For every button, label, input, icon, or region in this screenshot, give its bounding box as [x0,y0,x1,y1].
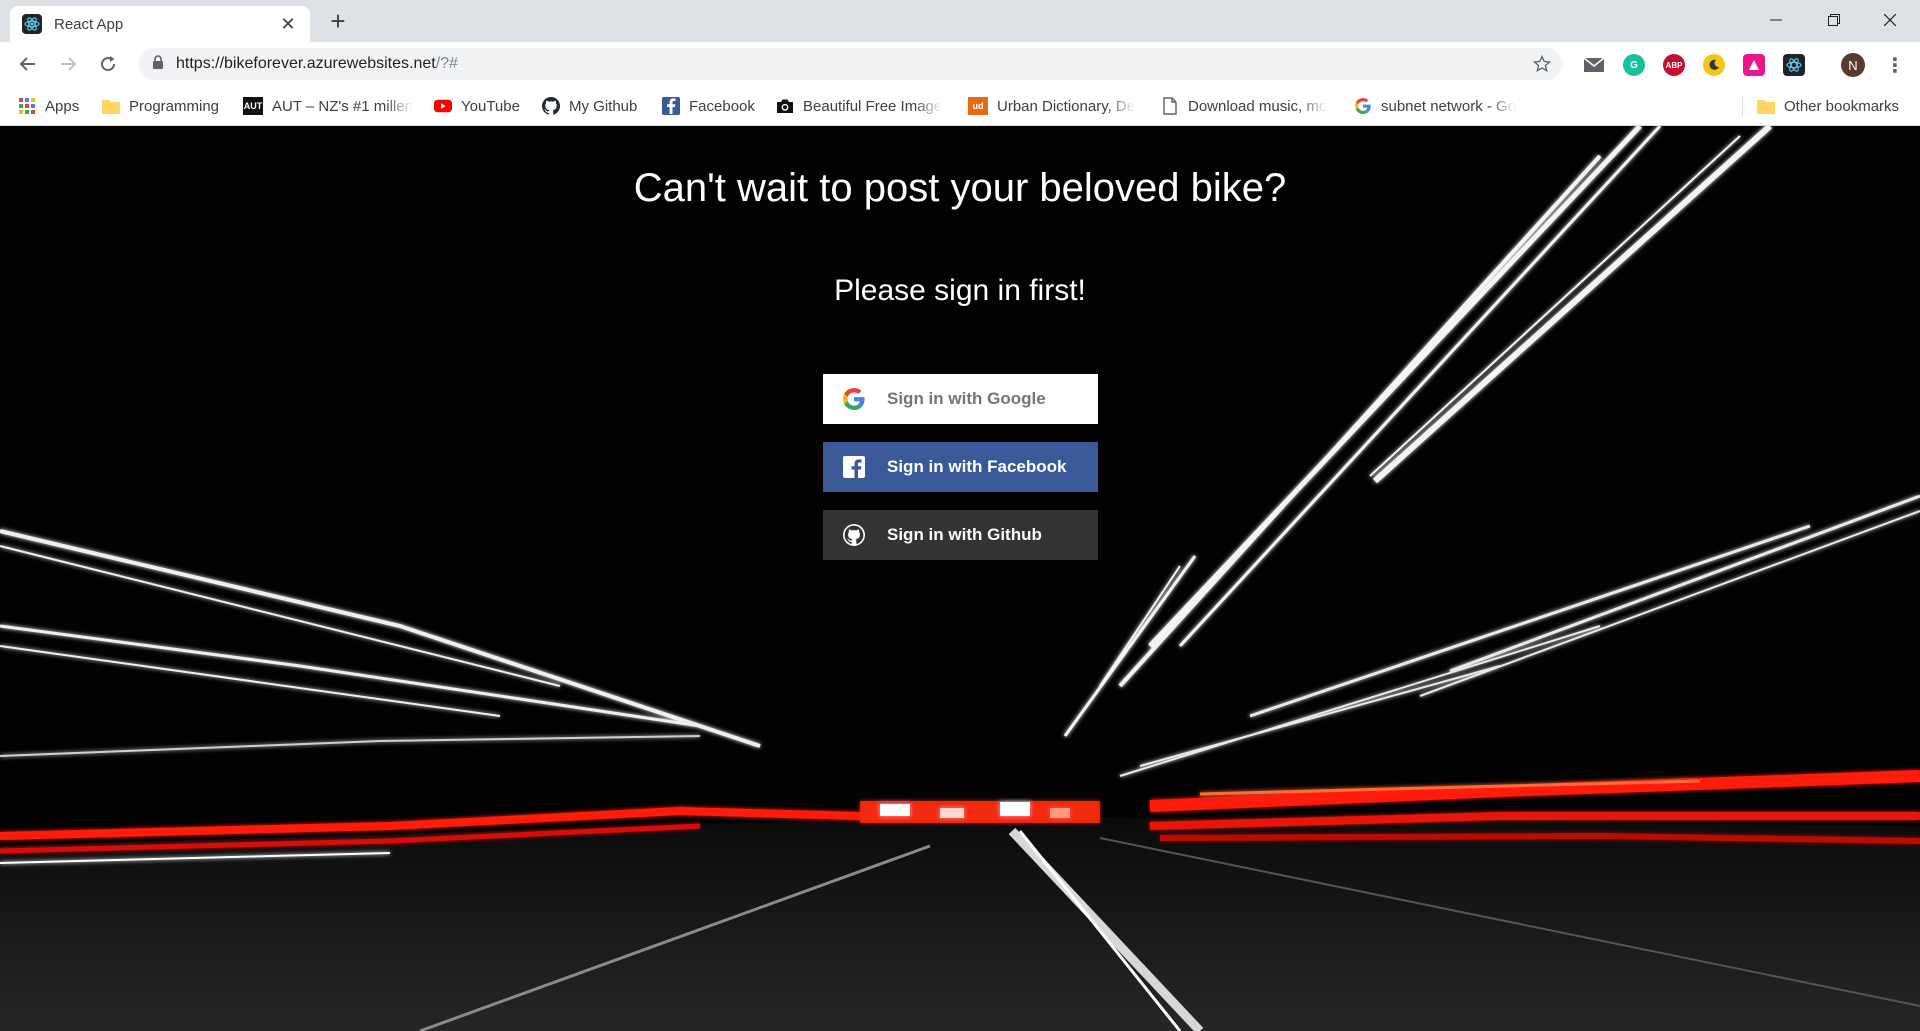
github-icon [841,522,867,548]
youtube-icon [434,97,452,115]
sign-in-google-button[interactable]: Sign in with Google [823,374,1098,424]
bookmark-download-music[interactable]: Download music, mo [1161,94,1333,118]
star-icon[interactable] [1522,55,1562,73]
extension-icon[interactable] [1743,54,1765,76]
bookmark-label: YouTube [461,97,520,115]
forward-button[interactable] [54,50,82,78]
page-title: Can't wait to post your beloved bike? [633,166,1287,210]
sign-in-google-label: Sign in with Google [887,389,1046,408]
bookmark-label: Beautiful Free Image [803,97,943,115]
bookmarks-divider [1742,96,1743,116]
close-window-button[interactable] [1867,6,1913,34]
moon-icon[interactable] [1703,54,1725,76]
grammarly-icon[interactable]: G [1623,54,1645,76]
address-bar[interactable]: https://bikeforever.azurewebsites.net/?# [138,48,1562,80]
bookmark-label: subnet network - Go [1381,97,1517,115]
minimize-button[interactable] [1753,6,1799,34]
bookmark-label: AUT – NZ's #1 millen [272,97,413,115]
sign-in-github-button[interactable]: Sign in with Github [823,510,1098,560]
bookmark-label: Other bookmarks [1784,97,1900,115]
avatar[interactable]: N [1841,53,1865,77]
urban-dictionary-icon: ud [968,97,988,115]
sign-in-facebook-label: Sign in with Facebook [887,457,1067,476]
browser-tab[interactable]: React App ✕ [10,6,310,42]
sign-in-prompt: Please sign in first! [834,274,1086,307]
bookmark-github[interactable]: My Github [542,94,637,118]
bookmarks-bar: Apps Programming AUT AUT – NZ's #1 mille… [0,86,1920,126]
bookmark-label: Apps [45,97,80,115]
react-icon [22,14,42,34]
folder-icon [102,97,120,115]
reload-button[interactable] [94,50,122,78]
adblock-icon[interactable]: ABP [1663,54,1685,76]
bookmark-free-images[interactable]: Beautiful Free Image [776,94,948,118]
close-icon[interactable]: ✕ [278,14,298,35]
camera-icon [776,97,794,115]
aut-logo-icon: AUT [243,97,263,115]
bookmark-label: Facebook [689,97,755,115]
sign-in-github-label: Sign in with Github [887,525,1042,544]
bookmark-facebook[interactable]: Facebook [662,94,755,118]
browser-toolbar: https://bikeforever.azurewebsites.net/?#… [0,42,1920,86]
tab-strip: React App ✕ + [0,0,1920,42]
bookmark-aut[interactable]: AUT AUT – NZ's #1 millen [243,94,413,118]
light-trails-background-image [0,126,1920,1031]
react-devtools-icon[interactable] [1783,54,1805,76]
tab-title: React App [54,15,124,33]
facebook-icon [662,97,680,115]
back-button[interactable] [14,50,42,78]
folder-icon [1757,97,1775,115]
google-icon [841,386,867,412]
page-icon [1161,97,1179,115]
mail-icon[interactable] [1583,54,1605,76]
bookmark-label: Download music, mo [1188,97,1328,115]
google-icon [1354,97,1372,115]
sign-in-facebook-button[interactable]: Sign in with Facebook [823,442,1098,492]
bookmark-youtube[interactable]: YouTube [434,94,520,118]
github-icon [542,97,560,115]
new-tab-button[interactable]: + [326,8,350,34]
bookmark-other[interactable]: Other bookmarks [1757,94,1899,118]
bookmark-label: My Github [569,97,638,115]
bookmark-subnet-network[interactable]: subnet network - Go [1354,94,1524,118]
apps-grid-icon [18,97,36,115]
page-content: Can't wait to post your beloved bike? Pl… [0,126,1920,1031]
bookmark-label: Programming [129,97,220,115]
lock-icon[interactable] [152,54,164,74]
bookmark-programming[interactable]: Programming [102,94,219,118]
bookmark-apps[interactable]: Apps [18,94,79,118]
bookmark-urban-dictionary[interactable]: ud Urban Dictionary, De [968,94,1140,118]
facebook-icon [841,454,867,480]
menu-icon[interactable]: ⋮ [1884,54,1906,77]
url-text[interactable]: https://bikeforever.azurewebsites.net/?# [176,55,1522,73]
bookmark-label: Urban Dictionary, De [997,97,1136,115]
restore-button[interactable] [1811,6,1857,34]
